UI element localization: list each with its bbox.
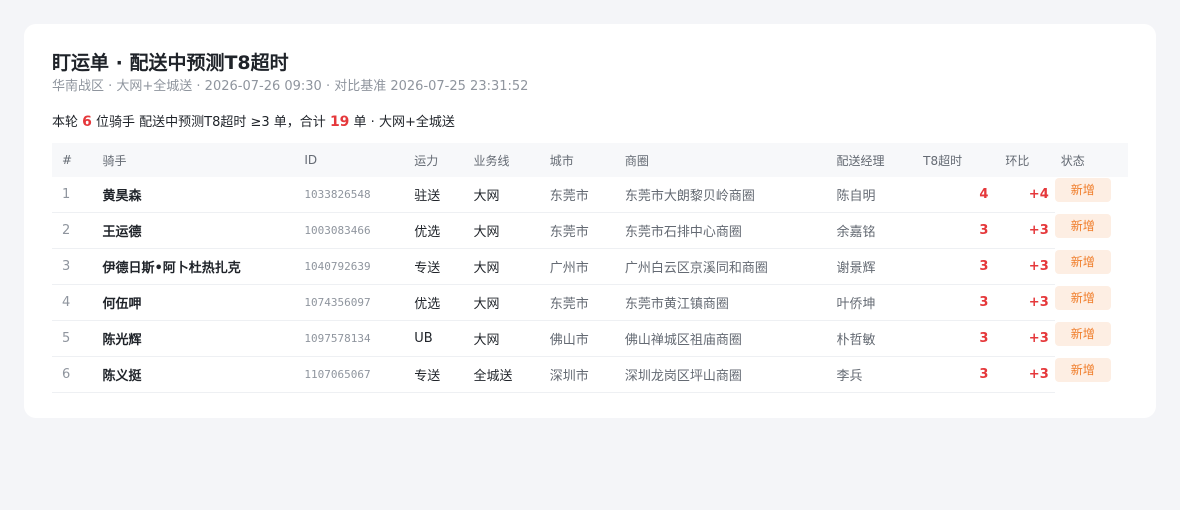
t8-timeout-count: 3 — [923, 356, 997, 393]
business-zone: 东莞市石排中心商圈 — [624, 212, 837, 249]
business-zone: 东莞市黄江镇商圈 — [624, 284, 837, 321]
status-badge: 新增 — [1054, 321, 1111, 346]
business-zone: 深圳龙岗区坪山商圈 — [624, 356, 837, 393]
city: 东莞市 — [549, 177, 625, 213]
rider-capacity: 驻送 — [414, 177, 474, 213]
delivery-manager: 叶侨坤 — [836, 284, 924, 321]
table-row: 3 伊德日斯•阿卜杜热扎克 1040792639 专送 大网 广州市 广州白云区… — [52, 248, 1128, 285]
col-header-rider: 骑手 — [102, 153, 127, 168]
table-row: 1 黄昊森 1033826548 驻送 大网 东莞市 东莞市大朗黎贝岭商圈 陈自… — [52, 177, 1128, 213]
col-header-index: # — [62, 153, 73, 167]
delivery-manager: 陈自明 — [836, 177, 924, 213]
rider-id: 1033826548 — [304, 177, 415, 213]
rider-name: 陈光辉 — [102, 320, 305, 357]
rider-id: 1097578134 — [304, 320, 415, 357]
status-badge: 新增 — [1054, 177, 1111, 202]
t8-timeout-count: 3 — [923, 284, 997, 321]
rider-capacity: 优选 — [414, 212, 474, 249]
rider-capacity: 专送 — [414, 356, 474, 393]
row-index: 5 — [52, 320, 103, 357]
change-value: +4 — [996, 177, 1055, 213]
rider-name: 黄昊森 — [102, 177, 305, 213]
summary-mid: 位骑手 配送中预测T8超时 ≥3 单，合计 — [91, 115, 330, 130]
rider-id: 1074356097 — [304, 284, 415, 321]
delivery-manager: 余嘉铭 — [836, 212, 924, 249]
rider-name: 伊德日斯•阿卜杜热扎克 — [102, 248, 305, 285]
delivery-manager: 李兵 — [836, 356, 924, 393]
business-line: 大网 — [473, 248, 550, 285]
change-value: +3 — [996, 212, 1055, 249]
table-row: 4 何伍呷 1074356097 优选 大网 东莞市 东莞市黄江镇商圈 叶侨坤 … — [52, 284, 1128, 321]
row-index: 1 — [52, 177, 103, 213]
city: 东莞市 — [549, 284, 625, 321]
rider-capacity: UB — [414, 320, 474, 357]
table-row: 2 王运德 1003083466 优选 大网 东莞市 东莞市石排中心商圈 余嘉铭… — [52, 212, 1128, 249]
status-badge: 新增 — [1054, 357, 1111, 382]
delivery-manager: 朴哲敏 — [836, 320, 924, 357]
t8-timeout-count: 3 — [923, 248, 997, 285]
rider-capacity: 优选 — [414, 284, 474, 321]
row-index: 3 — [52, 248, 103, 285]
status-badge: 新增 — [1054, 213, 1111, 238]
rider-id: 1040792639 — [304, 248, 415, 285]
business-line: 大网 — [473, 284, 550, 321]
rider-name: 何伍呷 — [102, 284, 305, 321]
business-zone: 佛山禅城区祖庙商圈 — [624, 320, 837, 357]
status-badge: 新增 — [1054, 249, 1111, 274]
rider-capacity: 专送 — [414, 248, 474, 285]
rider-id: 1107065067 — [304, 356, 415, 393]
col-header-city: 城市 — [549, 153, 574, 168]
report-card: 盯运单 · 配送中预测T8超时 华南战区 · 大网+全城送 · 2026-07-… — [24, 24, 1156, 418]
change-value: +3 — [996, 248, 1055, 285]
col-header-capacity: 运力 — [414, 153, 439, 168]
city: 深圳市 — [549, 356, 625, 393]
business-line: 大网 — [473, 177, 550, 213]
summary-suffix: 单 · 大网+全城送 — [349, 115, 455, 130]
table-row: 5 陈光辉 1097578134 UB 大网 佛山市 佛山禅城区祖庙商圈 朴哲敏… — [52, 320, 1128, 357]
business-zone: 东莞市大朗黎贝岭商圈 — [624, 177, 837, 213]
col-header-change: 环比 — [1005, 153, 1030, 168]
row-index: 2 — [52, 212, 103, 249]
change-value: +3 — [996, 356, 1055, 393]
row-index: 4 — [52, 284, 103, 321]
page-subtitle: 华南战区 · 大网+全城送 · 2026-07-26 09:30 · 对比基准 … — [52, 79, 529, 94]
business-line: 大网 — [473, 212, 550, 249]
col-header-manager: 配送经理 — [836, 153, 885, 168]
delivery-manager: 谢景辉 — [836, 248, 924, 285]
rider-id: 1003083466 — [304, 212, 415, 249]
business-line: 大网 — [473, 320, 550, 357]
rider-name: 陈义挺 — [102, 356, 305, 393]
t8-timeout-count: 4 — [923, 177, 997, 213]
table-row: 6 陈义挺 1107065067 专送 全城送 深圳市 深圳龙岗区坪山商圈 李兵… — [52, 356, 1128, 393]
summary-prefix: 本轮 — [52, 115, 83, 130]
city: 东莞市 — [549, 212, 625, 249]
col-header-id: ID — [304, 153, 318, 167]
col-header-business-line: 业务线 — [473, 153, 510, 168]
col-header-t8-timeout: T8超时 — [923, 153, 963, 168]
change-value: +3 — [996, 284, 1055, 321]
change-value: +3 — [996, 320, 1055, 357]
summary-line: 本轮 6 位骑手 配送中预测T8超时 ≥3 单，合计 19 单 · 大网+全城送 — [52, 112, 1128, 133]
summary-order-count: 19 — [329, 114, 350, 130]
t8-timeout-count: 3 — [923, 212, 997, 249]
table-header-row: # 骑手 ID 运力 业务线 城市 商圈 配送经理 T8超时 环比 状态 — [52, 143, 1128, 177]
summary-rider-count: 6 — [82, 114, 92, 130]
page-title: 盯运单 · 配送中预测T8超时 — [52, 52, 289, 74]
status-badge: 新增 — [1054, 285, 1111, 310]
business-line: 全城送 — [473, 356, 550, 393]
rider-table: # 骑手 ID 运力 业务线 城市 商圈 配送经理 T8超时 环比 状态 1 黄… — [52, 143, 1128, 393]
col-header-status: 状态 — [1060, 153, 1085, 168]
business-zone: 广州白云区京溪同和商圈 — [624, 248, 837, 285]
rider-name: 王运德 — [102, 212, 305, 249]
city: 佛山市 — [549, 320, 625, 357]
city: 广州市 — [549, 248, 625, 285]
row-index: 6 — [52, 356, 103, 393]
t8-timeout-count: 3 — [923, 320, 997, 357]
col-header-zone: 商圈 — [624, 153, 649, 168]
